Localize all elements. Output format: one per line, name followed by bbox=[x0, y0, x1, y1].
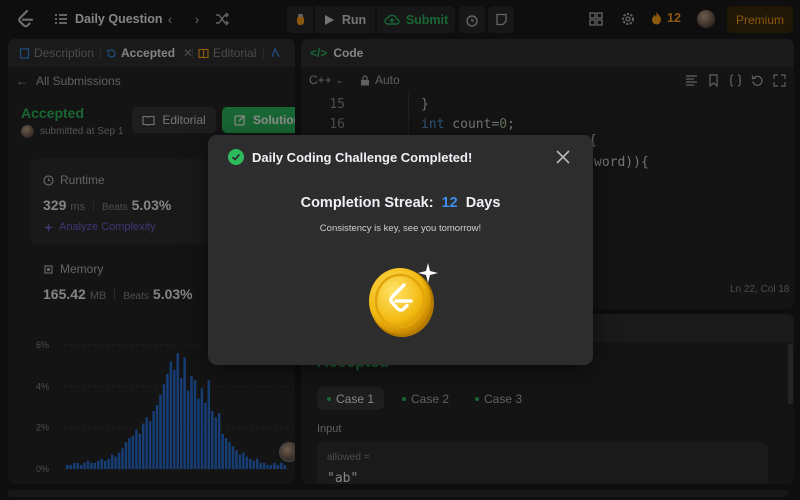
check-circle-icon bbox=[228, 149, 244, 165]
modal-title: Daily Coding Challenge Completed! bbox=[228, 149, 472, 165]
modal-message: Consistency is key, see you tomorrow! bbox=[319, 223, 482, 234]
streak-prefix: Completion Streak: bbox=[300, 195, 434, 211]
modal-title-text: Daily Coding Challenge Completed! bbox=[252, 149, 473, 165]
streak-suffix: Days bbox=[465, 195, 501, 211]
streak-value: 12 bbox=[441, 195, 458, 211]
challenge-complete-modal: Daily Coding Challenge Completed! Comple… bbox=[208, 135, 593, 365]
close-icon[interactable] bbox=[555, 149, 571, 165]
completion-streak: Completion Streak: 12 Days bbox=[208, 195, 593, 211]
gold-coin-icon bbox=[369, 263, 438, 337]
